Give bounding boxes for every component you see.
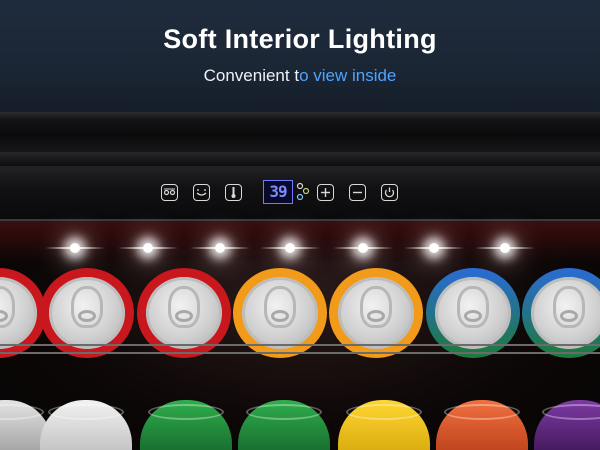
plus-icon[interactable] xyxy=(317,184,334,201)
page-title: Soft Interior Lighting xyxy=(163,24,437,54)
minus-icon[interactable] xyxy=(349,184,366,201)
can-bottom xyxy=(238,400,330,450)
subtitle-part-2: o view inside xyxy=(299,66,397,85)
wire-shelf xyxy=(0,340,600,360)
interior-ceiling xyxy=(0,221,600,261)
can-bottom xyxy=(140,400,232,450)
subtitle-part-1: Convenient t xyxy=(203,66,300,85)
thermometer-icon[interactable] xyxy=(225,184,242,201)
temperature-display: 39 xyxy=(263,180,293,204)
led-flare xyxy=(45,247,105,249)
can-bottom xyxy=(40,400,132,450)
fridge-top-frame xyxy=(0,112,600,152)
led-flare xyxy=(404,247,464,249)
led-flare xyxy=(118,247,178,249)
power-icon[interactable] xyxy=(381,184,398,201)
led-flare xyxy=(190,247,250,249)
frame-gap xyxy=(0,152,600,166)
led-flare xyxy=(260,247,320,249)
led-flare xyxy=(475,247,535,249)
light-icon[interactable] xyxy=(161,184,178,201)
led-flare xyxy=(333,247,393,249)
product-image: Soft Interior Lighting Convenient to vie… xyxy=(0,0,600,450)
subtitle: Convenient to view inside xyxy=(0,66,600,86)
can-bottom xyxy=(436,400,528,450)
mode-icon[interactable] xyxy=(193,184,210,201)
header-banner: Soft Interior Lighting Convenient to vie… xyxy=(0,0,600,112)
can-bottom xyxy=(338,400,430,450)
fan-icon[interactable] xyxy=(296,182,310,202)
